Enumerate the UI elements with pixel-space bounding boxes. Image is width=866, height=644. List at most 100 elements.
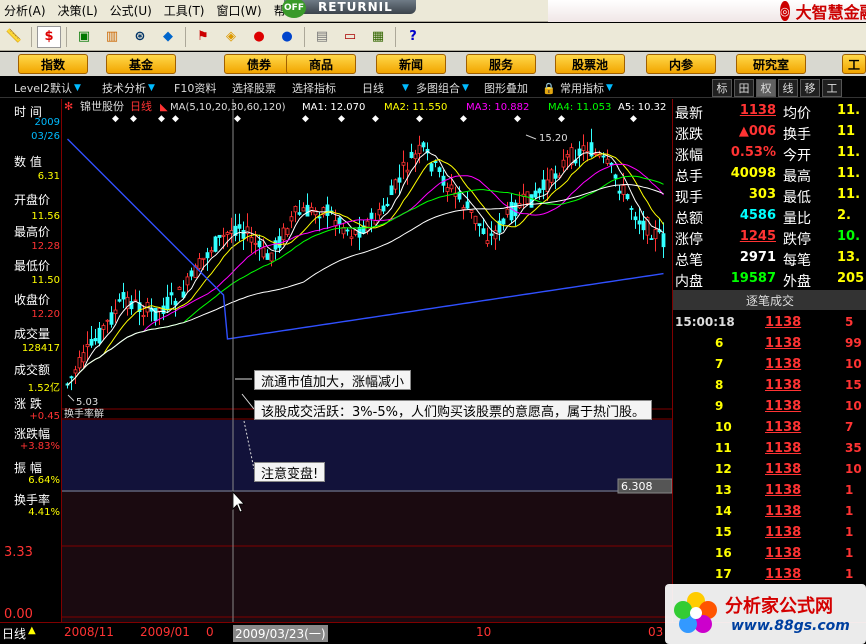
kline-chart-area[interactable]: ✻ 锦世股份 日线 ◣ MA(5,10,20,30,60,120) MA1: 1… [62,99,672,622]
menu-formula[interactable]: 公式(U) [106,2,160,19]
cursor-info-value: 12.20 [31,309,60,320]
cb-techanalysis-dropdown[interactable]: 技术分析 ▼ [102,80,155,96]
cb-overlay-button[interactable]: 图形叠加 [484,80,528,96]
candle-body [393,179,398,190]
func-news-button[interactable]: 新闻 [376,54,446,74]
flag-icon[interactable]: ⚑ [191,26,215,48]
func-index-button[interactable]: 指数 [18,54,88,74]
printer-icon[interactable]: ▤ [310,26,334,48]
quote-value: 2971 [739,250,776,265]
candle-body [409,151,414,158]
cb-tab-tool[interactable]: 工 [822,79,842,97]
cb-period-dropdown[interactable]: 日线 ▼ [362,80,409,96]
cb-tab-grid[interactable]: 田 [734,79,754,97]
candle-body [305,204,310,217]
binoculars-icon[interactable]: ⊛ [128,26,152,48]
candle-body [93,338,98,342]
chart-stock-name: 锦世股份 [80,99,124,113]
trade-row: 13 1138 1 [673,483,866,504]
megaphone-icon[interactable]: ◆ [156,26,180,48]
trade-price: 1138 [765,441,802,456]
kline-chart-svg[interactable]: ✻ 锦世股份 日线 ◣ MA(5,10,20,30,60,120) MA1: 1… [62,99,672,622]
trade-time: 16 [715,546,732,560]
candle-body [349,236,354,239]
func-insider-button[interactable]: 内参 [646,54,716,74]
cb-f10-button[interactable]: F10资料 [174,80,216,96]
menu-window[interactable]: 窗口(W) [213,2,270,19]
candle-body [249,237,254,243]
menu-decision[interactable]: 决策(L) [54,2,106,19]
ruler-icon[interactable]: 📏 [2,26,26,48]
quote-label: 涨停 [675,232,703,248]
func-service-button[interactable]: 服务 [466,54,536,74]
quote-label: 涨跌 [675,127,703,143]
low-price-label: 5.03 [76,397,98,408]
menu-analysis[interactable]: 分析(A) [0,2,54,19]
help-pointer-icon[interactable]: ? [401,26,425,48]
candle-body [69,376,74,379]
blue-egg-icon[interactable]: ● [275,26,299,48]
candle-body [481,228,486,235]
candle-body [81,352,86,363]
dollar-icon[interactable]: $ [37,25,61,48]
cursor-info-label: 换手率 [14,493,51,507]
func-fund-button[interactable]: 基金 [106,54,176,74]
cb-tab-line[interactable]: 线 [778,79,798,97]
callout-change-warning: 注意变盘! [254,462,326,482]
candle-body [221,234,226,237]
toolbar-separator [185,26,186,47]
warning-icon[interactable]: ◈ [219,26,243,48]
trade-row: 15 1138 1 [673,525,866,546]
candle-body [541,179,546,190]
cb-level2-label: Level2默认 [14,82,73,95]
bars-icon[interactable]: ▥ [100,26,124,48]
cb-select-stock-button[interactable]: 选择股票 [232,80,276,96]
indicator-y-top-label: 3.33 [4,545,33,560]
trade-time: 14 [715,504,732,518]
toolbar-separator [304,26,305,47]
cb-tab-move[interactable]: 移 [800,79,820,97]
indicator-pane-bottom [62,492,672,622]
books-icon[interactable]: ▦ [366,26,390,48]
cb-common-indicator-dropdown[interactable]: 常用指标 ▼ [560,80,613,96]
candle-body [117,299,122,302]
candle-body [593,153,598,156]
quote-label: 均价 [783,106,811,122]
func-commodity-button[interactable]: 商品 [286,54,356,74]
trade-row: 16 1138 1 [673,546,866,567]
candle-body [73,369,78,374]
func-bond-button[interactable]: 债券 [224,54,294,74]
candle-body [437,167,442,173]
trade-price: 1138 [765,399,802,414]
red-egg-icon[interactable]: ● [247,26,271,48]
cb-lock-icon[interactable]: 🔒 [542,80,556,96]
quote-label: 今开 [783,148,811,164]
menu-tools[interactable]: 工具(T) [160,2,213,19]
candle-body [269,252,274,262]
cb-tab-rights[interactable]: 权 [756,79,776,97]
candle-body [389,185,394,196]
returnil-off-badge[interactable]: OFF [282,0,306,18]
func-stockpool-button[interactable]: 股票池 [555,54,625,74]
returnil-bar[interactable]: OFF RETURNIL [282,0,416,18]
candle-body [421,142,426,148]
bottom-period-label[interactable]: 日线 [2,625,26,642]
cb-tab-mark[interactable]: 标 [712,79,732,97]
trade-row: 12 1138 10 [673,462,866,483]
cb-select-indicator-button[interactable]: 选择指标 [292,80,336,96]
tape-icon[interactable]: ▣ [72,26,96,48]
cb-level2-dropdown[interactable]: Level2默认 ▼ [14,80,81,96]
cb-techanalysis-label: 技术分析 [102,82,146,95]
candle-body [469,209,474,213]
trades-title[interactable]: 逐笔成交 [673,290,866,310]
func-research-button[interactable]: 研究室 [736,54,806,74]
svg-text:◆: ◆ [630,114,637,124]
cb-multichart-dropdown[interactable]: 多图组合 ▼ [416,80,469,96]
svg-text:◆: ◆ [416,114,423,124]
window-icon[interactable]: ▭ [338,26,362,48]
candle-body [253,242,258,245]
app-window: 分析(A) 决策(L) 公式(U) 工具(T) 窗口(W) 帮 ◎ 大智慧金融终… [0,0,866,644]
watermark-url[interactable]: www.88gs.com [731,618,850,634]
func-more-button[interactable]: 工 [842,54,866,74]
trade-time: 15 [715,525,732,539]
